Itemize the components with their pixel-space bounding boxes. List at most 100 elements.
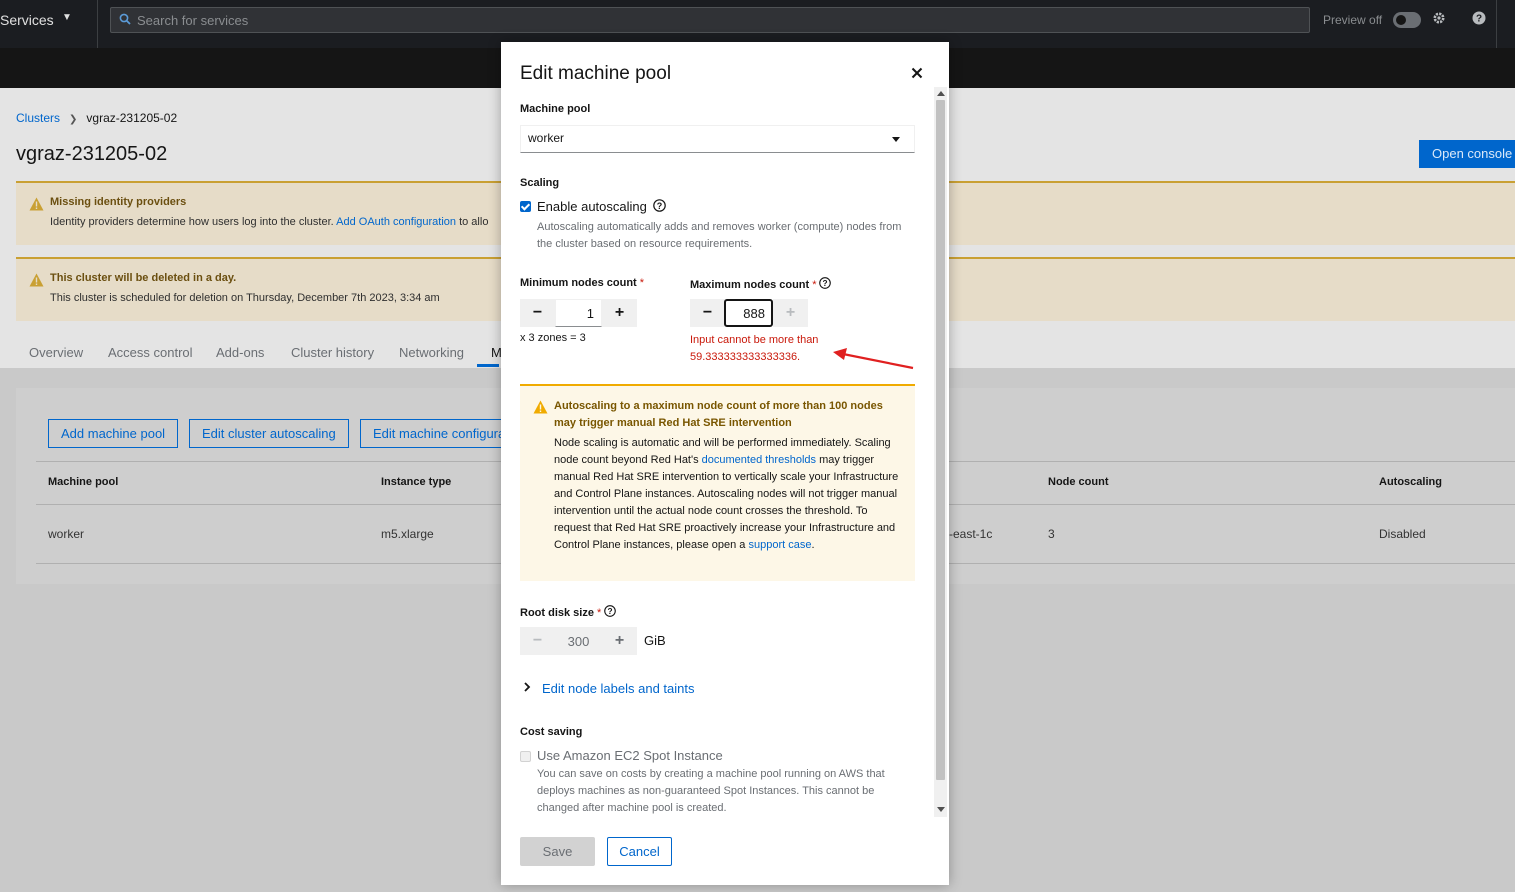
- machine-pool-selected-value: worker: [528, 131, 565, 145]
- column-header-node-count: Node count: [1048, 476, 1109, 488]
- edit-machine-configuration-button[interactable]: Edit machine configura: [360, 419, 501, 448]
- required-indicator: *: [596, 607, 602, 619]
- spot-instance-checkbox[interactable]: [520, 751, 531, 762]
- min-nodes-label: Minimum nodes count *: [520, 277, 644, 289]
- max-nodes-increment-button[interactable]: +: [773, 299, 808, 327]
- tab-networking[interactable]: Networking: [399, 345, 464, 360]
- machine-pool-select[interactable]: worker: [520, 125, 915, 153]
- chevron-right-icon: ❯: [69, 114, 78, 125]
- alert-text-tail: to allo: [459, 216, 489, 228]
- column-header-machine-pool: Machine pool: [48, 476, 119, 488]
- root-disk-increment-button[interactable]: +: [602, 627, 637, 655]
- warning-icon: [29, 197, 44, 211]
- save-button[interactable]: Save: [520, 837, 595, 866]
- caret-down-icon: [892, 137, 900, 142]
- chevron-down-icon[interactable]: ▼: [62, 12, 72, 23]
- documented-thresholds-link[interactable]: documented thresholds: [702, 454, 816, 466]
- close-icon[interactable]: [911, 67, 923, 79]
- max-nodes-label: Maximum nodes count *?: [690, 277, 832, 291]
- min-nodes-input[interactable]: 1: [555, 299, 602, 327]
- tab-machine-pools[interactable]: M: [477, 345, 502, 367]
- breadcrumb-link-clusters[interactable]: Clusters: [16, 111, 60, 125]
- spot-instance-label: Use Amazon EC2 Spot Instance: [537, 748, 723, 763]
- zones-note: x 3 zones = 3: [520, 332, 586, 344]
- autoscaling-warning-alert: Autoscaling to a maximum node count of m…: [520, 384, 915, 581]
- masthead-divider: [1496, 0, 1497, 48]
- tab-overview[interactable]: Overview: [29, 345, 83, 360]
- help-circle-icon[interactable]: ?: [604, 605, 617, 617]
- add-oauth-link[interactable]: Add OAuth configuration: [336, 216, 456, 228]
- edit-cluster-autoscaling-button[interactable]: Edit cluster autoscaling: [189, 419, 349, 448]
- tab-access-control[interactable]: Access control: [108, 345, 193, 360]
- enable-autoscaling-checkbox[interactable]: [520, 201, 531, 212]
- search-placeholder: Search for services: [137, 13, 249, 28]
- min-nodes-decrement-button[interactable]: −: [520, 299, 555, 327]
- preview-toggle[interactable]: [1393, 12, 1421, 28]
- root-disk-decrement-button[interactable]: −: [520, 627, 555, 655]
- masthead-top-bar: Services ▼ Search for services Preview o…: [0, 0, 1515, 48]
- column-header-autoscaling: Autoscaling: [1379, 476, 1442, 488]
- max-nodes-input[interactable]: 888: [724, 299, 773, 327]
- alert-description: This cluster is scheduled for deletion o…: [50, 292, 440, 304]
- cost-saving-label: Cost saving: [520, 726, 583, 738]
- alert-description: Identity providers determine how users l…: [50, 216, 488, 228]
- support-case-link[interactable]: support case: [748, 539, 811, 551]
- column-header-instance-type: Instance type: [381, 476, 452, 488]
- svg-text:?: ?: [823, 278, 828, 288]
- cell-node-count: 3: [1048, 527, 1055, 541]
- warning-text-end: .: [811, 539, 815, 551]
- warning-body: Node scaling is automatic and will be pe…: [554, 435, 904, 554]
- root-disk-label-text: Root disk size: [520, 607, 594, 619]
- root-disk-unit: GiB: [644, 633, 666, 648]
- min-nodes-increment-button[interactable]: +: [602, 299, 637, 327]
- scaling-label: Scaling: [520, 177, 560, 189]
- chevron-right-icon[interactable]: [523, 682, 531, 692]
- warning-icon: [533, 400, 548, 414]
- scroll-up-icon[interactable]: [937, 91, 945, 96]
- cancel-button[interactable]: Cancel: [607, 837, 672, 866]
- max-nodes-stepper: − 888 +: [690, 299, 808, 327]
- cell-availability-zone: -east-1c: [949, 527, 993, 541]
- autoscaling-help-text: Autoscaling automatically adds and remov…: [537, 221, 902, 250]
- svg-text:?: ?: [1476, 14, 1482, 25]
- gear-icon[interactable]: [1432, 11, 1446, 25]
- enable-autoscaling-text: Enable autoscaling: [537, 199, 647, 214]
- cell-instance-type: m5.xlarge: [381, 527, 434, 541]
- edit-node-labels-toggle[interactable]: Edit node labels and taints: [542, 681, 695, 696]
- root-disk-input[interactable]: 300: [555, 627, 602, 655]
- max-nodes-label-text: Maximum nodes count: [690, 279, 810, 291]
- annotation-arrow-icon: [833, 348, 914, 370]
- warning-title: Autoscaling to a maximum node count of m…: [554, 400, 883, 429]
- preview-label: Preview off: [1323, 13, 1383, 27]
- max-nodes-error: Input cannot be more than 59.33333333333…: [690, 334, 819, 363]
- help-icon[interactable]: ?: [1472, 11, 1486, 25]
- max-nodes-decrement-button[interactable]: −: [690, 299, 725, 327]
- edit-machine-pool-modal: Edit machine pool Machine pool worker Sc…: [501, 42, 949, 885]
- modal-scrollbar-thumb[interactable]: [936, 100, 945, 780]
- svg-text:?: ?: [657, 201, 663, 211]
- enable-autoscaling-label[interactable]: Enable autoscaling ?: [537, 199, 667, 214]
- cell-autoscaling: Disabled: [1379, 527, 1426, 541]
- required-indicator: *: [812, 279, 817, 291]
- help-circle-icon[interactable]: ?: [653, 199, 667, 212]
- warning-text: may trigger manual Red Hat SRE intervent…: [554, 454, 899, 551]
- service-search-input[interactable]: Search for services: [110, 7, 1310, 33]
- root-disk-label: Root disk size *?: [520, 605, 617, 619]
- services-menu[interactable]: Services: [0, 12, 54, 28]
- root-disk-stepper: − 300 +: [520, 627, 637, 655]
- modal-title: Edit machine pool: [520, 63, 672, 84]
- alert-title: Missing identity providers: [50, 196, 187, 208]
- spot-instance-help-text: You can save on costs by creating a mach…: [537, 768, 885, 814]
- scroll-down-icon[interactable]: [937, 807, 945, 812]
- add-machine-pool-button[interactable]: Add machine pool: [48, 419, 179, 448]
- open-console-button[interactable]: Open console: [1419, 140, 1515, 168]
- min-nodes-stepper: − 1 +: [520, 299, 637, 327]
- tab-cluster-history[interactable]: Cluster history: [291, 345, 374, 360]
- help-circle-icon[interactable]: ?: [819, 277, 832, 289]
- min-nodes-label-text: Minimum nodes count: [520, 277, 637, 289]
- machine-pool-label: Machine pool: [520, 103, 591, 115]
- warning-icon: [29, 273, 44, 287]
- search-icon: [119, 13, 131, 25]
- cell-machine-pool: worker: [48, 527, 85, 541]
- tab-add-ons[interactable]: Add-ons: [216, 345, 264, 360]
